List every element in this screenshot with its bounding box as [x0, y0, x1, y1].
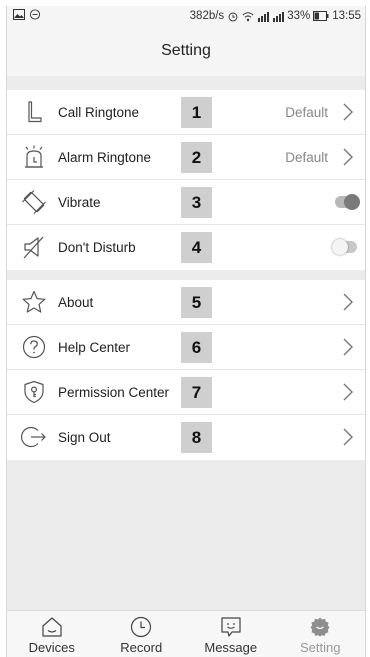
network-speed: 382b/s [189, 10, 225, 22]
marker-3: 3 [181, 187, 212, 218]
help-center-row[interactable]: Help Center 6 [7, 325, 365, 370]
chevron-right-icon [343, 148, 353, 166]
minus-circle-icon [29, 9, 41, 20]
alarm-status-icon [228, 12, 238, 21]
marker-4: 4 [181, 232, 212, 263]
wifi-icon [242, 11, 254, 21]
sign-out-label: Sign Out [58, 430, 111, 445]
permission-center-label: Permission Center [58, 385, 170, 400]
vibrate-icon [22, 190, 46, 214]
phone-handset-icon [28, 101, 42, 123]
settings-group-sound: Call Ringtone 1 Default Alarm Ringtone 2… [7, 90, 365, 270]
battery-icon [313, 11, 329, 21]
marker-1: 1 [181, 97, 212, 128]
tab-devices-label: Devices [28, 640, 75, 655]
marker-2: 2 [181, 142, 212, 173]
bottom-tab-bar: Devices Record Message Setting [7, 610, 365, 657]
clock-icon [131, 616, 152, 638]
call-ringtone-row[interactable]: Call Ringtone 1 Default [7, 90, 365, 135]
tab-record-label: Record [120, 640, 163, 655]
chevron-right-icon [343, 428, 353, 446]
chevron-right-icon [343, 338, 353, 356]
star-icon [22, 290, 46, 313]
about-label: About [58, 295, 94, 310]
alarm-ringtone-label: Alarm Ringtone [58, 150, 152, 165]
chevron-right-icon [343, 103, 353, 121]
alarm-ringtone-value: Default [285, 150, 328, 165]
dont-disturb-label: Don't Disturb [58, 240, 136, 255]
marker-5: 5 [181, 287, 212, 318]
question-icon [22, 335, 46, 359]
phone-screen: 382b/s 33% 13:55 Setting Call Ringtone 1… [6, 6, 366, 657]
tab-devices[interactable]: Devices [7, 611, 97, 657]
shield-key-icon [24, 380, 44, 404]
home-icon [42, 617, 62, 637]
help-center-label: Help Center [58, 340, 131, 355]
call-ringtone-value: Default [285, 105, 328, 120]
message-icon [221, 617, 241, 637]
signal-icon [258, 11, 270, 22]
call-ringtone-label: Call Ringtone [58, 105, 140, 120]
vibrate-toggle[interactable] [335, 194, 360, 210]
tab-setting-label: Setting [300, 640, 341, 655]
alarm-ringtone-row[interactable]: Alarm Ringtone 2 Default [7, 135, 365, 180]
sign-out-row[interactable]: Sign Out 8 [7, 415, 365, 460]
vibrate-label: Vibrate [58, 195, 101, 210]
status-bar: 382b/s 33% 13:55 [7, 6, 365, 28]
tab-message[interactable]: Message [186, 611, 276, 657]
vibrate-row: Vibrate 3 [7, 180, 365, 225]
tab-message-label: Message [204, 640, 258, 655]
marker-7: 7 [181, 377, 212, 408]
page-title: Setting [7, 28, 365, 76]
chevron-right-icon [343, 383, 353, 401]
dont-disturb-row: Don't Disturb 4 [7, 225, 365, 270]
alarm-icon [25, 145, 43, 168]
permission-center-row[interactable]: Permission Center 7 [7, 370, 365, 415]
dont-disturb-toggle[interactable] [332, 239, 357, 255]
clock-time: 13:55 [332, 10, 361, 22]
marker-8: 8 [181, 422, 212, 453]
tab-setting[interactable]: Setting [276, 611, 366, 657]
mute-icon [23, 236, 44, 259]
battery-percent: 33% [287, 10, 311, 22]
tab-record[interactable]: Record [97, 611, 187, 657]
sign-out-icon [21, 426, 46, 448]
image-notification-icon [13, 9, 25, 20]
toggle-knob [344, 194, 360, 210]
gear-icon [310, 617, 330, 637]
settings-group-general: About 5 Help Center 6 Permission Center … [7, 280, 365, 460]
signal-icon-2 [273, 11, 285, 22]
chevron-right-icon [343, 293, 353, 311]
marker-6: 6 [181, 332, 212, 363]
about-row[interactable]: About 5 [7, 280, 365, 325]
toggle-knob [332, 239, 348, 255]
